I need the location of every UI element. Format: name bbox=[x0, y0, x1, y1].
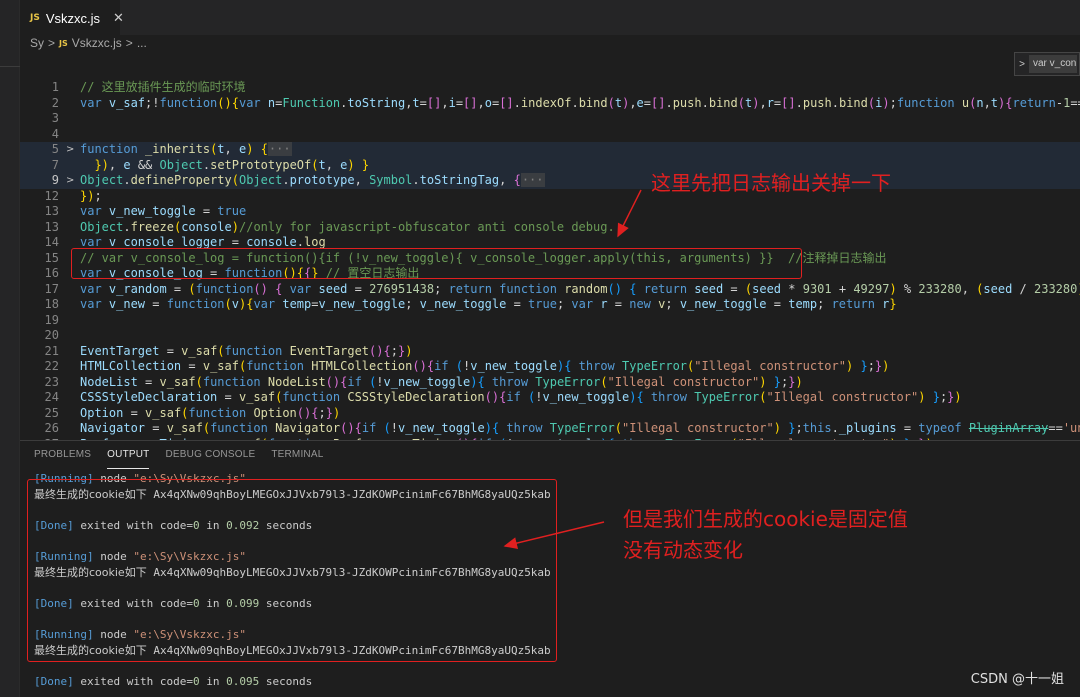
tab-label: Vskzxc.js bbox=[45, 10, 101, 26]
code-text: var v_new_toggle = true bbox=[80, 204, 247, 218]
code-line[interactable]: 17 var v_random = (function() { var seed … bbox=[20, 282, 1080, 298]
breadcrumb-separator: > bbox=[125, 36, 133, 50]
code-text: var v_new = function(v){var temp=v_new_t… bbox=[80, 297, 897, 311]
code-line[interactable]: 24 CSSStyleDeclaration = v_saf(function C… bbox=[20, 390, 1080, 406]
code-line[interactable]: 1 // 这里放插件生成的临时环境 bbox=[20, 80, 1080, 96]
line-number: 18 bbox=[44, 297, 59, 311]
annotation-text-bottom-2: 没有动态变化 bbox=[623, 538, 743, 562]
line-number: 13 bbox=[44, 204, 59, 218]
tab-vskzxc-js[interactable]: JS Vskzxc.js ✕ bbox=[20, 0, 124, 35]
code-line[interactable]: 4 bbox=[20, 127, 1080, 143]
code-text: Navigator = v_saf(function Navigator(){i… bbox=[80, 421, 1080, 435]
panel-tab-strip: PROBLEMS OUTPUT DEBUG CONSOLE TERMINAL bbox=[34, 449, 340, 469]
line-number: 23 bbox=[44, 374, 59, 389]
line-number: 14 bbox=[44, 235, 59, 249]
line-number: 16 bbox=[44, 266, 59, 280]
code-text: HTMLCollection = v_saf(function HTMLColl… bbox=[80, 359, 890, 373]
line-number: 2 bbox=[51, 95, 59, 110]
panel-tab-debug-console[interactable]: DEBUG CONSOLE bbox=[165, 449, 255, 469]
activity-bar bbox=[0, 0, 20, 697]
line-number: 7 bbox=[51, 157, 59, 172]
code-text: CSSStyleDeclaration = v_saf(function CSS… bbox=[80, 390, 962, 404]
code-text: }); bbox=[80, 188, 102, 203]
line-number: 1 bbox=[51, 80, 59, 94]
line-number: 15 bbox=[44, 250, 59, 265]
annotation-text-bottom-1: 但是我们生成的cookie是固定值 bbox=[623, 507, 908, 531]
code-text: Object.defineProperty(Object.prototype, … bbox=[80, 173, 545, 187]
code-line[interactable]: 23 NodeList = v_saf(function NodeList(){i… bbox=[20, 375, 1080, 391]
code-text: function _inherits(t, e) {··· bbox=[80, 142, 292, 156]
code-line[interactable]: 21 EventTarget = v_saf(function EventTarg… bbox=[20, 344, 1080, 360]
code-line[interactable]: 25 Option = v_saf(function Option(){;}) bbox=[20, 406, 1080, 422]
line-number: 4 bbox=[51, 126, 59, 141]
line-number: 3 bbox=[51, 111, 59, 125]
annotation-box-output bbox=[27, 479, 557, 662]
find-input[interactable]: var v_con bbox=[1029, 55, 1077, 73]
close-icon[interactable]: ✕ bbox=[113, 11, 124, 26]
csdn-watermark: CSDN @十一姐 bbox=[970, 672, 1064, 687]
code-text: var v_random = (function() { var seed = … bbox=[80, 281, 1080, 296]
code-text: EventTarget = v_saf(function EventTarget… bbox=[80, 343, 413, 358]
code-line[interactable]: 22 HTMLCollection = v_saf(function HTMLCo… bbox=[20, 359, 1080, 375]
code-line[interactable]: 26 Navigator = v_saf(function Navigator()… bbox=[20, 421, 1080, 437]
js-file-icon: JS bbox=[59, 38, 68, 48]
code-line[interactable]: 20 bbox=[20, 328, 1080, 344]
breadcrumb-folder[interactable]: Sy bbox=[30, 36, 44, 50]
line-number: 13 bbox=[44, 219, 59, 234]
code-line[interactable]: 2 var v_saf;!function(){var n=Function.to… bbox=[20, 96, 1080, 112]
panel-tab-problems[interactable]: PROBLEMS bbox=[34, 449, 91, 469]
breadcrumb-file[interactable]: Vskzxc.js bbox=[72, 36, 122, 50]
line-number: 25 bbox=[44, 405, 59, 420]
code-text: Option = v_saf(function Option(){;}) bbox=[80, 405, 341, 420]
fold-chevron-icon[interactable]: > bbox=[66, 142, 74, 158]
tab-bar: JS Vskzxc.js ✕ bbox=[20, 0, 1080, 35]
js-file-icon: JS bbox=[30, 13, 40, 23]
code-text: var v_saf;!function(){var n=Function.toS… bbox=[80, 95, 1080, 110]
line-number: 20 bbox=[44, 328, 59, 342]
code-line[interactable]: 7 }), e && Object.setPrototypeOf(t, e) } bbox=[20, 157, 1080, 173]
line-number: 19 bbox=[44, 312, 59, 327]
line-number: 5 bbox=[51, 142, 59, 156]
breadcrumb-symbol[interactable]: ... bbox=[137, 36, 147, 50]
line-number: 26 bbox=[44, 421, 59, 435]
line-number: 24 bbox=[44, 390, 59, 404]
annotation-box-log bbox=[71, 248, 802, 279]
breadcrumb-separator: > bbox=[48, 36, 56, 50]
code-text: }), e && Object.setPrototypeOf(t, e) } bbox=[94, 157, 370, 172]
code-text: NodeList = v_saf(function NodeList(){if … bbox=[80, 374, 803, 389]
code-line[interactable]: 13 Object.freeze(console)//only for javas… bbox=[20, 220, 1080, 236]
line-number: 21 bbox=[44, 343, 59, 358]
code-line[interactable]: 13 var v_new_toggle = true bbox=[20, 204, 1080, 220]
line-number: 9 bbox=[51, 173, 59, 187]
code-text: Object.freeze(console)//only for javascr… bbox=[80, 219, 615, 234]
code-line[interactable]: 9 > Object.defineProperty(Object.prototype… bbox=[20, 173, 1080, 189]
output-line: [Done] exited with code=0 in 0.095 secon… bbox=[34, 674, 313, 688]
panel-tab-output[interactable]: OUTPUT bbox=[107, 449, 150, 469]
line-number: 12 bbox=[44, 188, 59, 203]
code-line[interactable]: 19 bbox=[20, 313, 1080, 329]
code-line[interactable]: 18 var v_new = function(v){var temp=v_new… bbox=[20, 297, 1080, 313]
find-widget: > var v_con bbox=[1014, 52, 1080, 76]
fold-chevron-icon[interactable]: > bbox=[66, 173, 74, 189]
code-line[interactable]: 3 bbox=[20, 111, 1080, 127]
breadcrumb: Sy > JS Vskzxc.js > ... bbox=[20, 33, 147, 53]
line-number: 17 bbox=[44, 281, 59, 296]
code-line[interactable]: 5 > function _inherits(t, e) {··· bbox=[20, 142, 1080, 158]
activity-divider bbox=[0, 66, 20, 67]
code-text: // 这里放插件生成的临时环境 bbox=[80, 80, 246, 94]
chevron-right-icon[interactable]: > bbox=[1015, 59, 1029, 70]
panel-tab-terminal[interactable]: TERMINAL bbox=[271, 449, 323, 469]
annotation-text-top: 这里先把日志输出关掉一下 bbox=[651, 171, 891, 195]
line-number: 22 bbox=[44, 359, 59, 373]
code-line[interactable]: 12}); bbox=[20, 189, 1080, 205]
